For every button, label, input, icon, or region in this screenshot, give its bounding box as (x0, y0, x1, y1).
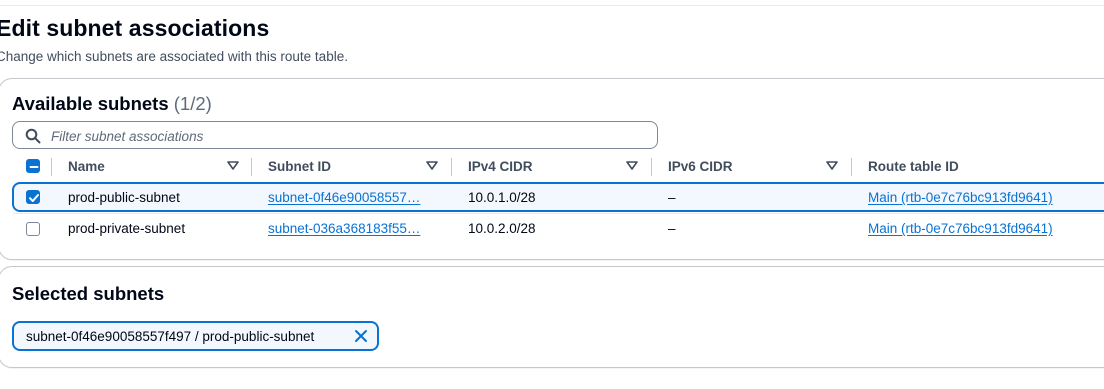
close-icon[interactable] (354, 329, 368, 343)
column-header-ipv4-cidr[interactable]: IPv4 CIDR (468, 159, 533, 174)
row-checkbox[interactable] (26, 222, 40, 236)
column-header-name[interactable]: Name (68, 159, 105, 174)
row-ipv4-cidr: 10.0.2.0/28 (468, 221, 536, 236)
row-route-table-link[interactable]: Main (rtb-0e7c76bc913fd9641) (868, 221, 1053, 236)
caret-down-icon[interactable] (626, 161, 638, 171)
column-divider (51, 158, 52, 176)
page-title: Edit subnet associations (0, 15, 270, 41)
row-ipv6-cidr: – (668, 221, 676, 236)
caret-down-icon[interactable] (826, 161, 838, 171)
selected-subnet-token: subnet-0f46e90058557f497 / prod-public-s… (12, 321, 379, 351)
selected-subnets-panel (0, 266, 1104, 368)
search-icon (25, 128, 41, 144)
caret-down-icon[interactable] (227, 161, 239, 171)
indeterminate-checkbox-icon (29, 166, 39, 168)
checkmark-icon (29, 194, 39, 202)
row-ipv6-cidr: – (668, 190, 676, 205)
filter-input[interactable] (49, 125, 653, 147)
row-checkbox[interactable] (26, 190, 40, 204)
row-name: prod-public-subnet (68, 190, 180, 205)
filter-search-box[interactable] (12, 121, 658, 149)
caret-down-icon[interactable] (426, 161, 438, 171)
row-subnet-id-link[interactable]: subnet-036a368183f55… (268, 221, 420, 236)
select-all-checkbox[interactable] (26, 159, 40, 173)
column-divider (651, 158, 652, 176)
row-route-table-link[interactable]: Main (rtb-0e7c76bc913fd9641) (868, 190, 1053, 205)
available-subnets-heading: Available subnets (1/2) (12, 93, 212, 115)
column-header-ipv6-cidr[interactable]: IPv6 CIDR (668, 159, 733, 174)
selection-count: (1/2) (173, 93, 212, 114)
row-name: prod-private-subnet (68, 221, 186, 236)
column-header-route-table-id[interactable]: Route table ID (868, 159, 959, 174)
page-description: Change which subnets are associated with… (0, 49, 348, 64)
column-divider (251, 158, 252, 176)
token-label: subnet-0f46e90058557f497 / prod-public-s… (26, 329, 315, 344)
column-divider (451, 158, 452, 176)
selected-subnets-heading: Selected subnets (12, 283, 165, 304)
available-subnets-title: Available subnets (12, 93, 169, 114)
column-header-subnet-id[interactable]: Subnet ID (268, 159, 331, 174)
row-ipv4-cidr: 10.0.1.0/28 (468, 190, 536, 205)
row-divider (13, 213, 1104, 214)
top-divider (0, 5, 1104, 6)
column-divider (851, 158, 852, 176)
row-subnet-id-link[interactable]: subnet-0f46e90058557… (268, 190, 420, 205)
